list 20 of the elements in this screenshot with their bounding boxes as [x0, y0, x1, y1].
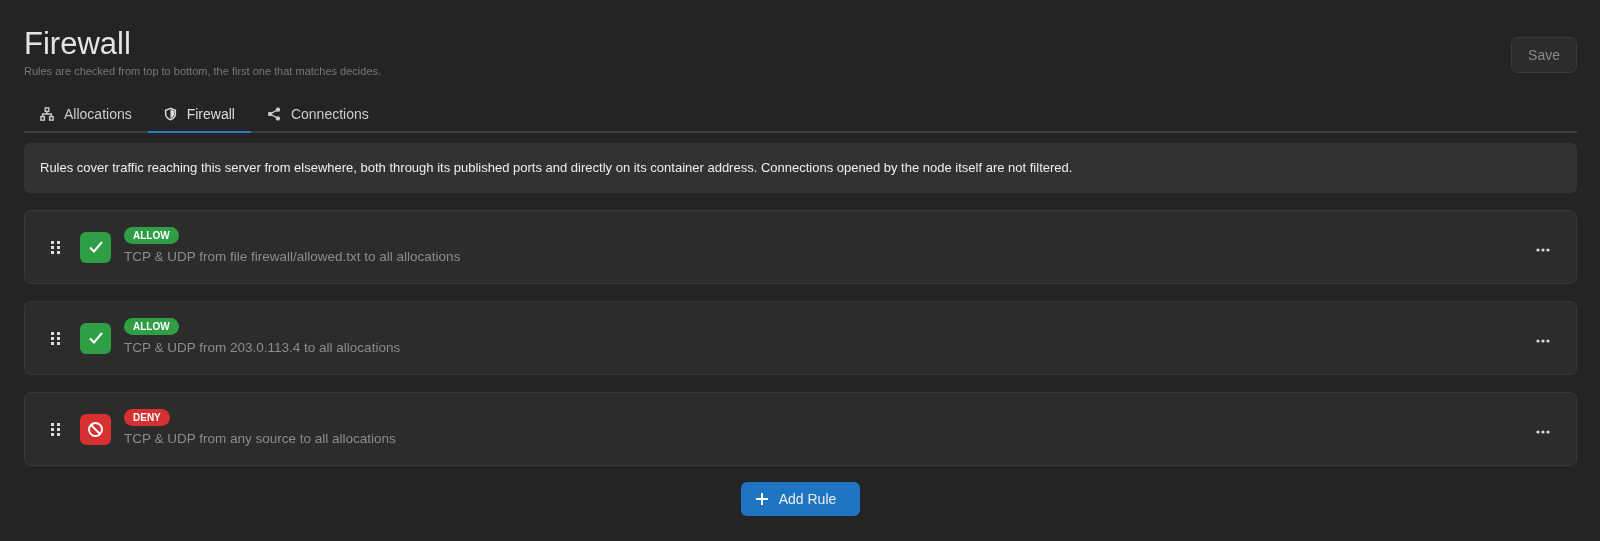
rule-description: TCP & UDP from 203.0.113.4 to all allocations: [124, 339, 401, 355]
action-badge: ALLOW: [124, 226, 179, 244]
add-rule-button[interactable]: Add Rule: [740, 482, 861, 516]
action-badge: ALLOW: [124, 317, 179, 335]
drag-handle-icon[interactable]: [51, 422, 60, 436]
info-notice: Rules cover traffic reaching this server from elsewhere, both through its published ports and directly on its container address. Connections opened by the node itself are not filtered.: [24, 143, 1577, 193]
shield-icon: [163, 107, 177, 121]
drag-handle-icon[interactable]: [51, 240, 60, 254]
network-icon: [40, 107, 54, 121]
page-subtitle: Rules are checked from top to bottom, the first one that matches decides.: [24, 65, 382, 77]
tab[interactable]: Firewall: [147, 99, 251, 133]
plus-icon: [755, 493, 768, 505]
share-icon: [266, 107, 281, 121]
rule-description: TCP & UDP from file firewall/allowed.txt to all allocations: [124, 248, 461, 264]
action-badge: DENY: [124, 408, 170, 426]
rule-description: TCP & UDP from any source to all allocations: [124, 430, 396, 446]
tab[interactable]: Allocations: [24, 99, 148, 133]
tab[interactable]: Connections: [250, 99, 385, 133]
page-title: Firewall: [24, 26, 132, 62]
drag-handle-icon[interactable]: [51, 331, 60, 345]
